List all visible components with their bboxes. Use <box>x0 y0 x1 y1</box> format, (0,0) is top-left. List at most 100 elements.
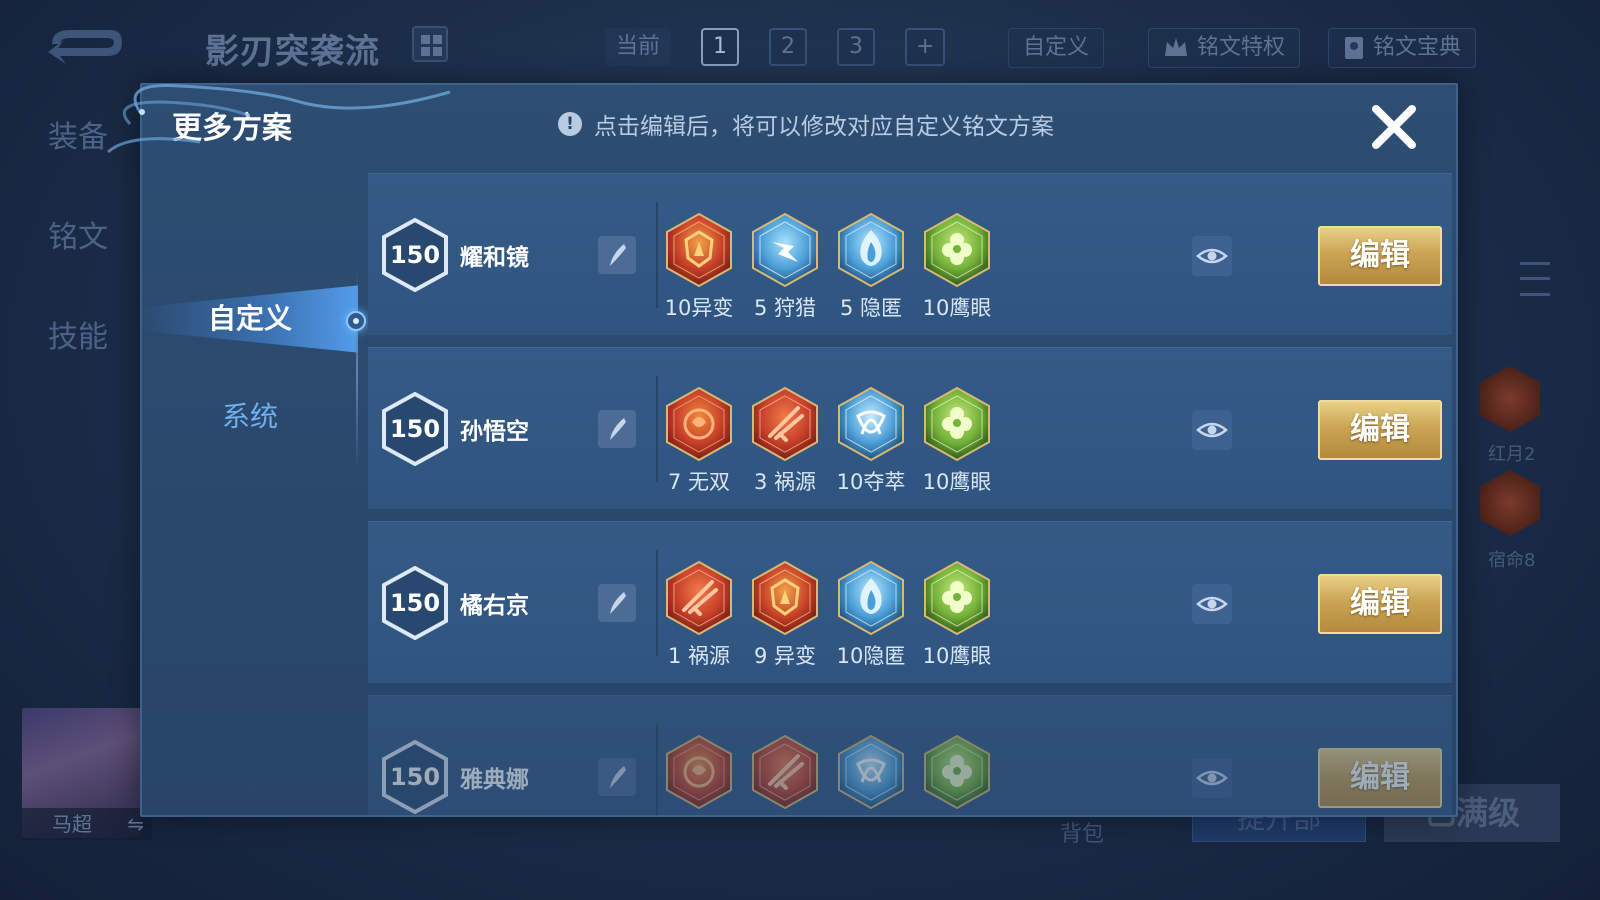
info-icon: ! <box>558 112 582 136</box>
rune-red-rose-icon[interactable] <box>664 386 734 462</box>
menu-icon[interactable] <box>1520 262 1550 296</box>
scheme-category-tabs: 自定义 系统 <box>142 171 366 791</box>
custom-button[interactable]: 自定义 <box>1008 28 1105 68</box>
dialog-header: 更多方案 ! 点击编辑后，将可以修改对应自定义铭文方案 <box>142 85 1456 171</box>
rune-label: 1 祸源 <box>667 644 731 668</box>
rune-blue-bolt-icon[interactable] <box>750 212 820 288</box>
rune-red-moon-label: 红月2 <box>1488 444 1536 465</box>
scheme-level: 150 <box>389 415 441 443</box>
rune-red-blade-icon[interactable] <box>750 734 820 810</box>
rune-label: 10鹰眼 <box>922 644 992 668</box>
rune-red-shield-icon[interactable] <box>750 560 820 636</box>
rune-red-blade-icon[interactable] <box>750 386 820 462</box>
side-nav: 装备 铭文 技能 <box>48 118 108 418</box>
scheme-name: 雅典娜 <box>460 767 529 793</box>
rune-red-blade-icon[interactable] <box>664 560 734 636</box>
rune-blue-knot-icon[interactable] <box>836 386 906 462</box>
edit-button[interactable]: 编辑 <box>1318 400 1442 460</box>
rune-blue-knot-icon[interactable] <box>836 734 906 810</box>
rune-label: 3 祸源 <box>753 470 817 494</box>
scheme-list[interactable]: 150 耀和镜 10异变 5 狩猎 5 隐匿 10鹰眼 编辑 150 孙悟空 7 无双 … <box>368 173 1456 815</box>
side-nav-skills[interactable]: 技能 <box>48 318 108 418</box>
top-bar: 影刃突袭流 当前 1 2 3 + 自定义 铭文特权 铭文宝典 <box>0 0 1600 84</box>
scheme-name: 橘右京 <box>460 593 529 619</box>
rune-label: 9 异变 <box>753 644 817 668</box>
tab-rail <box>356 271 358 471</box>
privilege-button[interactable]: 铭文特权 <box>1148 28 1301 68</box>
page-tab-3[interactable]: 3 <box>837 28 876 66</box>
rune-label: 5 隐匿 <box>839 296 903 320</box>
rune-green-clover-icon[interactable] <box>922 734 992 810</box>
edit-button[interactable]: 编辑 <box>1318 748 1442 808</box>
privilege-button-label: 铭文特权 <box>1197 35 1286 60</box>
rune-fate-icon[interactable] <box>1480 470 1540 536</box>
eye-icon <box>1196 770 1228 786</box>
backpack-label[interactable]: 背包 <box>1060 816 1104 848</box>
scheme-row[interactable]: 150 雅典娜 编辑 <box>368 695 1452 815</box>
back-arrow-icon[interactable] <box>40 22 126 68</box>
hero-name-bar[interactable]: 马超 ⇋ <box>22 808 152 840</box>
pencil-icon <box>610 244 626 266</box>
row-divider <box>656 724 658 815</box>
rune-blue-flame-icon[interactable] <box>836 560 906 636</box>
side-nav-equipment[interactable]: 装备 <box>48 118 108 218</box>
tab-custom[interactable]: 自定义 <box>142 285 358 353</box>
rune-label: 7 无双 <box>667 470 731 494</box>
scheme-title: 影刃突袭流 <box>205 32 380 72</box>
dialog-hint-text: 点击编辑后，将可以修改对应自定义铭文方案 <box>594 114 1054 140</box>
scheme-name: 耀和镜 <box>460 245 529 271</box>
rune-red-moon-icon[interactable] <box>1480 366 1540 432</box>
scheme-level: 150 <box>389 241 441 269</box>
edit-button[interactable]: 编辑 <box>1318 226 1442 286</box>
page-tab-2[interactable]: 2 <box>769 28 808 66</box>
eye-icon <box>1196 596 1228 612</box>
custom-button-label: 自定义 <box>1023 35 1090 60</box>
dialog-hint: ! 点击编辑后，将可以修改对应自定义铭文方案 <box>558 107 1054 141</box>
tab-system-label: 系统 <box>221 400 278 433</box>
scheme-level: 150 <box>389 589 441 617</box>
page-tab-1[interactable]: 1 <box>701 28 740 66</box>
rune-green-clover-icon[interactable] <box>922 386 992 462</box>
rail-dot-icon <box>346 311 366 331</box>
side-nav-runes[interactable]: 铭文 <box>48 218 108 318</box>
scheme-row[interactable]: 150 橘右京 1 祸源 9 异变 10隐匿 10鹰眼 编辑 <box>368 521 1452 683</box>
hero-name: 马超 <box>52 812 92 836</box>
rune-fate-label: 宿命8 <box>1488 550 1536 571</box>
rune-red-shield-icon[interactable] <box>664 212 734 288</box>
scheme-row[interactable]: 150 孙悟空 7 无双 3 祸源 10夺萃 10鹰眼 编辑 <box>368 347 1452 509</box>
crown-icon <box>1165 38 1187 56</box>
rename-button[interactable] <box>598 584 636 622</box>
scheme-level: 150 <box>389 763 441 791</box>
grid-icon[interactable] <box>412 26 448 62</box>
rename-button[interactable] <box>598 758 636 796</box>
pencil-icon <box>610 418 626 440</box>
pencil-icon <box>610 592 626 614</box>
page-tabs: 当前 1 2 3 + <box>605 28 975 66</box>
preview-button[interactable] <box>1192 584 1232 624</box>
dialog-title: 更多方案 <box>172 111 292 146</box>
eye-icon <box>1196 422 1228 438</box>
rune-green-clover-icon[interactable] <box>922 560 992 636</box>
book-icon <box>1345 37 1363 59</box>
scheme-name: 孙悟空 <box>460 419 529 445</box>
rune-red-rose-icon[interactable] <box>664 734 734 810</box>
scheme-row[interactable]: 150 耀和镜 10异变 5 狩猎 5 隐匿 10鹰眼 编辑 <box>368 173 1452 335</box>
close-icon[interactable] <box>1366 99 1422 155</box>
preview-button[interactable] <box>1192 236 1232 276</box>
rename-button[interactable] <box>598 410 636 448</box>
edit-button[interactable]: 编辑 <box>1318 574 1442 634</box>
rename-button[interactable] <box>598 236 636 274</box>
page-tab-4[interactable]: + <box>905 28 946 66</box>
eye-icon <box>1196 248 1228 264</box>
rune-label: 10隐匿 <box>836 644 906 668</box>
guide-button-label: 铭文宝典 <box>1373 35 1462 60</box>
page-tab-0[interactable]: 当前 <box>605 28 672 66</box>
rune-label: 5 狩猎 <box>753 296 817 320</box>
preview-button[interactable] <box>1192 758 1232 798</box>
rune-blue-flame-icon[interactable] <box>836 212 906 288</box>
rune-label: 10异变 <box>664 296 734 320</box>
tab-system[interactable]: 系统 <box>142 377 358 457</box>
guide-button[interactable]: 铭文宝典 <box>1328 28 1477 68</box>
preview-button[interactable] <box>1192 410 1232 450</box>
rune-green-clover-icon[interactable] <box>922 212 992 288</box>
